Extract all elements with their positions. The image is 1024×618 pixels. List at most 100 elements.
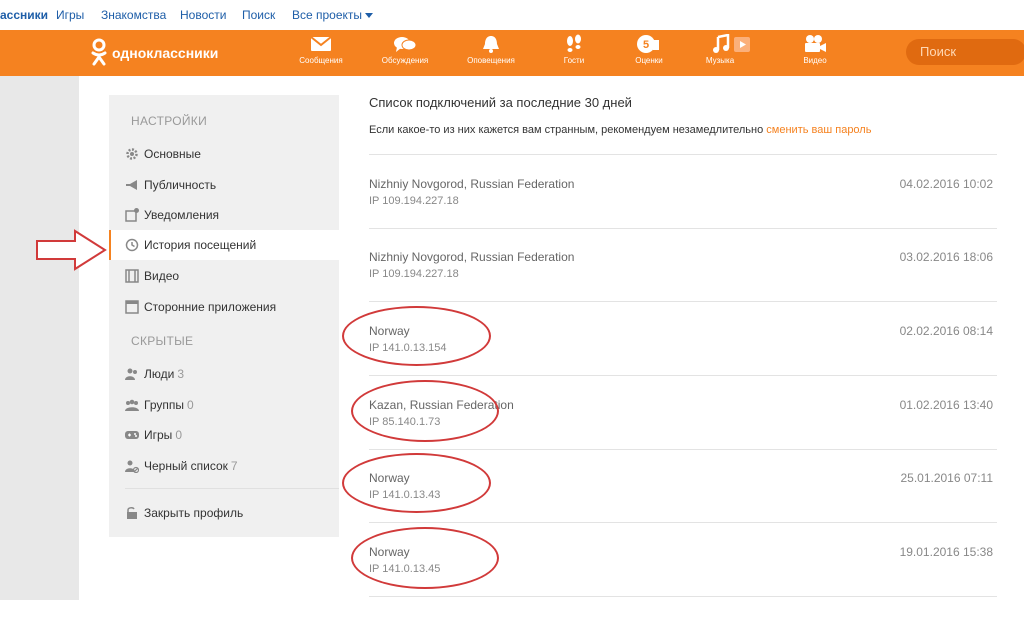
search-link[interactable]: Поиск — [242, 8, 275, 22]
film-icon — [125, 269, 139, 283]
sidebar-item-text: Черный список 7 — [144, 459, 238, 473]
divider — [369, 449, 997, 450]
nav-video-label: Видео — [803, 56, 827, 65]
dating-link[interactable]: Знакомства — [101, 8, 166, 22]
settings-heading: НАСТРОЙКИ — [131, 114, 208, 128]
all-projects-link[interactable]: Все проекты — [292, 8, 374, 22]
sidebar-item-video[interactable]: Видео — [109, 261, 339, 291]
sidebar-item-notifications[interactable]: Уведомления — [109, 200, 339, 230]
sidebar-item-label: Игры — [144, 428, 173, 442]
sidebar-item-label: Сторонние приложения — [144, 300, 277, 314]
svg-text:5: 5 — [643, 39, 649, 51]
nav-guests[interactable]: Гости — [539, 34, 609, 74]
nav-messages-label: Сообщения — [299, 56, 343, 65]
nav-ratings[interactable]: 5 Оценки — [614, 34, 684, 74]
nav-video[interactable]: Видео — [780, 34, 850, 74]
page-description: Если какое-то из них кажется вам странны… — [369, 124, 871, 136]
sidebar-item-blacklist[interactable]: Черный список 7 — [109, 451, 339, 481]
session-date: 01.02.2016 13:40 — [899, 398, 993, 412]
sidebar-item-history[interactable]: История посещений — [109, 230, 339, 260]
sidebar-item-close-profile[interactable]: Закрыть профиль — [109, 498, 339, 528]
bell-icon — [483, 36, 499, 53]
nav-notifications[interactable]: Оповещения — [456, 34, 526, 74]
news-link[interactable]: Новости — [180, 8, 226, 22]
sidebar-item-label: Группы — [144, 398, 184, 412]
sidebar-item-publicity[interactable]: Публичность — [109, 170, 339, 200]
divider — [369, 154, 997, 155]
sidebar-item-label: История посещений — [144, 238, 257, 252]
session-date: 03.02.2016 18:06 — [899, 250, 993, 264]
sidebar-item-text: Группы 0 — [144, 398, 194, 412]
all-projects-label: Все проекты — [292, 8, 363, 22]
annotation-circle — [351, 380, 499, 442]
sidebar-item-people[interactable]: Люди 3 — [109, 359, 339, 389]
padlock-icon — [127, 507, 137, 519]
gear-icon — [126, 148, 138, 160]
footprints-icon — [567, 34, 581, 52]
sidebar-item-main[interactable]: Основные — [109, 139, 339, 169]
annotation-arrow-icon — [36, 229, 107, 271]
games-link[interactable]: Игры — [56, 8, 84, 22]
sidebar-item-label: Видео — [144, 269, 180, 283]
rating-icon: 5 — [637, 35, 659, 53]
music-note-icon — [713, 34, 750, 53]
divider — [369, 228, 997, 229]
sidebar-item-label: Люди — [144, 367, 175, 381]
history-icon — [125, 238, 139, 252]
nav-messages[interactable]: Сообщения — [286, 34, 356, 74]
count-badge: 0 — [186, 398, 194, 412]
chevron-down-icon — [365, 13, 374, 19]
notification-icon — [125, 208, 139, 222]
people-icon — [125, 368, 137, 380]
sidebar-item-groups[interactable]: Группы 0 — [109, 390, 339, 420]
divider — [369, 301, 997, 302]
sidebar-item-label: Основные — [144, 147, 201, 161]
count-badge: 0 — [175, 428, 182, 442]
change-password-link[interactable]: сменить ваш пароль — [766, 124, 871, 136]
session-date: 04.02.2016 10:02 — [899, 177, 993, 191]
sidebar-item-label: Уведомления — [144, 208, 220, 222]
nav-music[interactable]: Музыка — [685, 34, 755, 74]
groups-icon — [125, 399, 139, 411]
gamepad-icon — [125, 431, 139, 439]
session-date: 19.01.2016 15:38 — [899, 545, 993, 559]
sidebar-item-label: Закрыть профиль — [144, 506, 244, 520]
session-date: 25.01.2016 07:11 — [900, 471, 993, 485]
site-link[interactable]: ассники — [0, 8, 48, 22]
top-links-bar: ассники Игры Знакомства Новости Поиск Вс… — [0, 0, 1024, 31]
session-location: Nizhniy Novgorod, Russian Federation — [369, 177, 575, 191]
sidebar-item-apps[interactable]: Сторонние приложения — [109, 292, 339, 322]
sidebar-item-label: Черный список — [144, 459, 228, 473]
nav-music-label: Музыка — [705, 56, 735, 65]
annotation-circle — [342, 453, 491, 513]
search-input[interactable] — [906, 39, 1024, 64]
megaphone-icon — [126, 180, 137, 190]
session-row: Nizhniy Novgorod, Russian Federation IP … — [369, 177, 997, 250]
chat-bubbles-icon — [394, 37, 417, 52]
sidebar-item-label: Публичность — [144, 178, 217, 192]
divider — [369, 596, 997, 597]
hidden-heading: СКРЫТЫЕ — [131, 334, 194, 348]
count-badge: 3 — [177, 367, 185, 381]
logo-text: одноклассники — [112, 45, 219, 61]
page-title: Список подключений за последние 30 дней — [369, 95, 632, 110]
session-ip: IP 109.194.227.18 — [369, 268, 459, 280]
video-camera-icon — [805, 35, 826, 52]
count-badge: 7 — [230, 459, 238, 473]
search-box[interactable] — [906, 39, 1024, 65]
nav-guests-label: Гости — [563, 56, 585, 65]
main-header: одноклассники Сообщения Обсуждения Опове… — [0, 30, 1024, 76]
sidebar-item-text: Люди 3 — [144, 367, 184, 381]
nav-ratings-label: Оценки — [635, 56, 663, 65]
divider — [369, 375, 997, 376]
left-gutter — [0, 76, 79, 600]
sidebar-item-games[interactable]: Игры 0 — [109, 420, 339, 450]
nav-discussions-label: Обсуждения — [381, 56, 429, 65]
sidebar-divider — [125, 488, 339, 489]
divider — [369, 522, 997, 523]
logo[interactable]: одноклассники — [90, 38, 230, 68]
session-ip: IP 109.194.227.18 — [369, 195, 459, 207]
nav-discussions[interactable]: Обсуждения — [370, 34, 440, 74]
ok-logo-icon — [91, 38, 107, 66]
annotation-circle — [351, 527, 499, 589]
